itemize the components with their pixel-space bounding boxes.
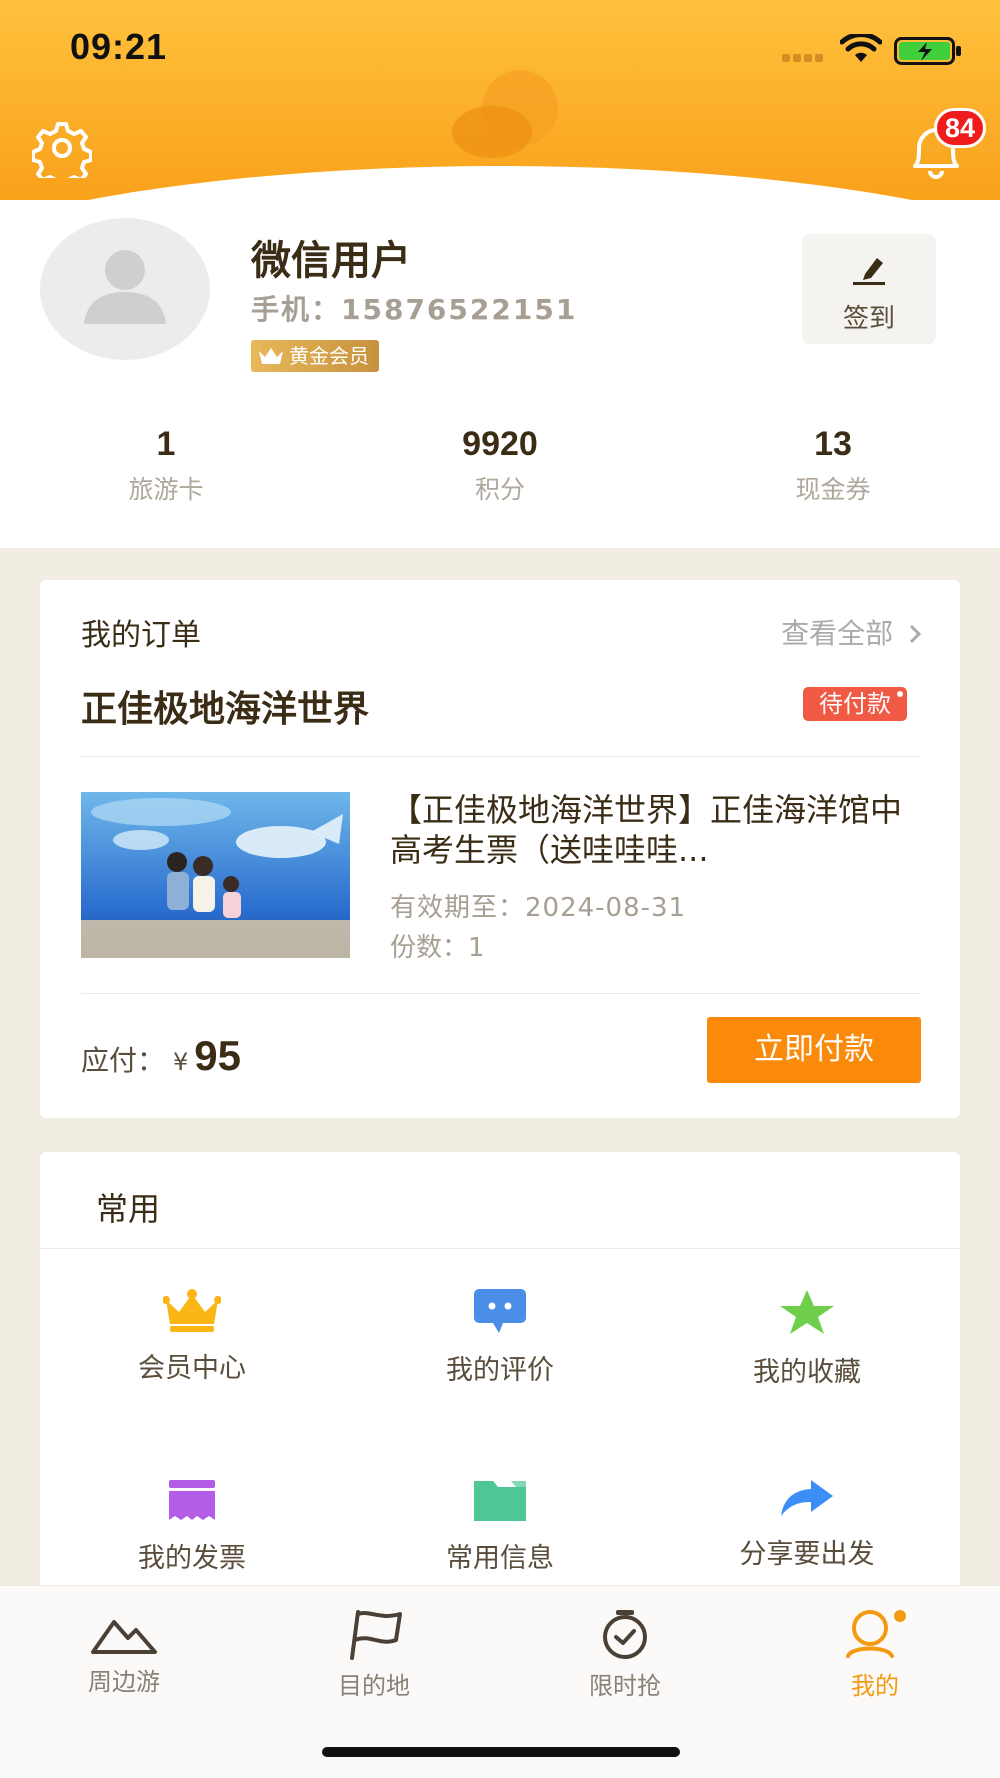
tab-flash-sale[interactable]: 限时抢 [535,1608,715,1701]
member-level-badge[interactable]: 黄金会员 [251,340,379,372]
order-status-badge: 待付款 [803,687,907,721]
common-title: 常用 [96,1190,161,1228]
sign-in-button[interactable]: 签到 [802,234,936,344]
view-all-label: 查看全部 [781,617,894,650]
pay-now-button[interactable]: 立即付款 [707,1017,921,1083]
tab-mine-label: 我的 [851,1672,899,1700]
tab-flash-sale-label: 限时抢 [589,1672,661,1700]
stat-points-label: 积分 [474,475,525,504]
home-indicator[interactable] [322,1747,680,1757]
stat-coupons-value: 13 [814,425,852,463]
orders-title: 我的订单 [81,618,201,653]
tool-share[interactable]: 分享要出发 [657,1478,957,1571]
battery-icon [894,37,961,65]
profile-section: 微信用户 手机：15876522151 黄金会员 签到 1 旅游卡 9920 积… [0,200,1000,548]
my-orders-card: 我的订单 查看全部 正佳极地海洋世界 待付款 【正佳极地海洋世界】正佳海洋馆中高… [40,580,960,1118]
divider [40,1248,960,1249]
star-icon [780,1290,834,1334]
share-icon [781,1480,833,1516]
stat-points-value: 9920 [462,425,538,463]
divider [81,756,921,757]
tab-mine[interactable]: 我的 [785,1608,965,1701]
avatar[interactable] [40,218,210,360]
notification-badge: 84 [934,108,986,148]
tab-nearby-label: 周边游 [88,1668,160,1696]
amount-value: 95 [194,1032,242,1079]
stopwatch-icon [603,1610,647,1659]
tool-my-invoices[interactable]: 我的发票 [42,1478,342,1575]
stat-travel-card-value: 1 [156,425,176,463]
crown-icon [163,1289,221,1332]
tab-destination-label: 目的地 [338,1672,410,1700]
stat-coupons-label: 现金券 [795,475,871,504]
flag-icon [350,1610,402,1660]
stat-travel-card-label: 旅游卡 [128,475,204,504]
common-tools-card: 常用 会员中心 我的评价 我的收藏 我的发票 常用信息 分享要出发 [40,1152,960,1612]
valid-until: 有效期至：2024-08-31 [390,893,687,923]
tab-destination[interactable]: 目的地 [284,1608,464,1701]
tab-nearby[interactable]: 周边游 [34,1608,214,1697]
tool-my-reviews[interactable]: 我的评价 [350,1288,650,1387]
stat-coupons[interactable]: 13 现金券 [733,425,933,506]
comment-icon [474,1289,526,1333]
tool-my-favorites[interactable]: 我的收藏 [657,1288,957,1389]
currency-symbol: ¥ [173,1048,189,1076]
sign-in-label: 签到 [842,304,895,334]
view-all-orders-link[interactable]: 查看全部 [781,612,924,652]
tool-my-invoices-label: 我的发票 [138,1543,246,1574]
user-icon [846,1610,906,1658]
default-user-icon [84,250,166,324]
username: 微信用户 [251,238,411,284]
tool-common-info-label: 常用信息 [446,1543,554,1574]
divider [81,993,921,994]
aquarium-image [81,798,350,958]
tool-my-favorites-label: 我的收藏 [753,1357,861,1388]
phone-number: 手机：15876522151 [251,293,578,326]
tool-my-reviews-label: 我的评价 [446,1355,554,1386]
product-name[interactable]: 【正佳极地海洋世界】正佳海洋馆中高考生票（送哇哇哇... [390,790,920,870]
tool-member-center[interactable]: 会员中心 [42,1288,342,1385]
invoice-icon [169,1480,215,1520]
folder-icon [474,1481,526,1521]
tool-member-center-label: 会员中心 [138,1353,246,1384]
chevron-right-icon [909,624,922,644]
pay-label: 应付： [81,1044,166,1077]
status-bar: 09:21 [0,0,1000,100]
payment-amount: 应付： ¥95 [81,1032,241,1080]
settings-gear-icon[interactable] [32,118,92,178]
order-shop-name[interactable]: 正佳极地海洋世界 [81,680,369,732]
crown-small-icon [259,348,283,364]
tool-common-info[interactable]: 常用信息 [350,1478,650,1575]
wifi-icon [840,34,882,62]
status-time: 09:21 [70,26,168,67]
mountain-icon [91,1620,157,1654]
signal-icon [782,47,826,66]
stat-points[interactable]: 9920 积分 [400,425,600,506]
product-thumbnail[interactable] [81,792,350,958]
member-level-label: 黄金会员 [289,344,369,368]
edit-pen-icon [853,258,885,285]
stat-travel-card[interactable]: 1 旅游卡 [66,425,266,506]
tool-share-label: 分享要出发 [739,1539,875,1570]
quantity: 份数：1 [390,933,485,963]
